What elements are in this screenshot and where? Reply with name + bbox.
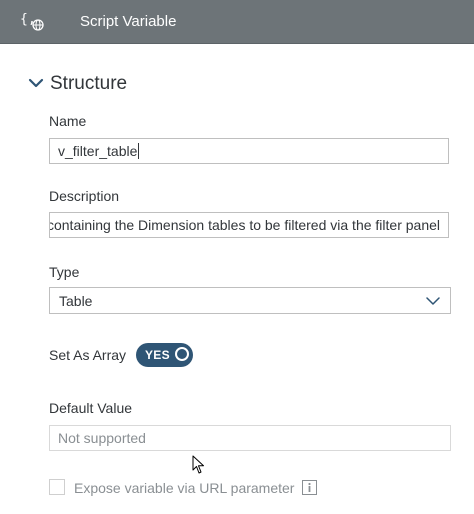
chevron-down-icon[interactable] [27, 75, 45, 93]
default-value-label: Default Value [49, 400, 133, 416]
panel-header: { , Script Variable [0, 0, 474, 44]
toggle-text: YES [145, 348, 170, 362]
section-title: Structure [50, 73, 128, 94]
name-input[interactable]: v_filter_table [49, 138, 449, 164]
info-icon[interactable] [302, 480, 317, 495]
default-value-placeholder: Not supported [58, 430, 146, 446]
description-input-value: Table containing the Dimension tables to… [49, 217, 440, 233]
description-label: Description [49, 188, 120, 204]
default-value-input: Not supported [49, 425, 451, 451]
script-variable-globe-icon: { , [20, 12, 44, 31]
set-as-array-label: Set As Array [49, 347, 127, 363]
type-select-value: Table [59, 293, 93, 309]
type-select[interactable]: Table [49, 287, 451, 314]
expose-url-checkbox[interactable] [49, 479, 65, 495]
chevron-down-icon [426, 297, 440, 305]
toggle-knob [175, 347, 189, 361]
header-title: Script Variable [80, 13, 177, 30]
name-input-value: v_filter_table [58, 143, 140, 159]
expose-url-label: Expose variable via URL parameter [74, 480, 295, 496]
name-label: Name [49, 113, 87, 129]
description-input[interactable]: Table containing the Dimension tables to… [49, 212, 449, 238]
svg-text:{: { [20, 12, 28, 27]
type-label: Type [49, 264, 80, 280]
mouse-pointer-icon [192, 455, 204, 474]
set-as-array-toggle[interactable]: YES [136, 343, 193, 367]
